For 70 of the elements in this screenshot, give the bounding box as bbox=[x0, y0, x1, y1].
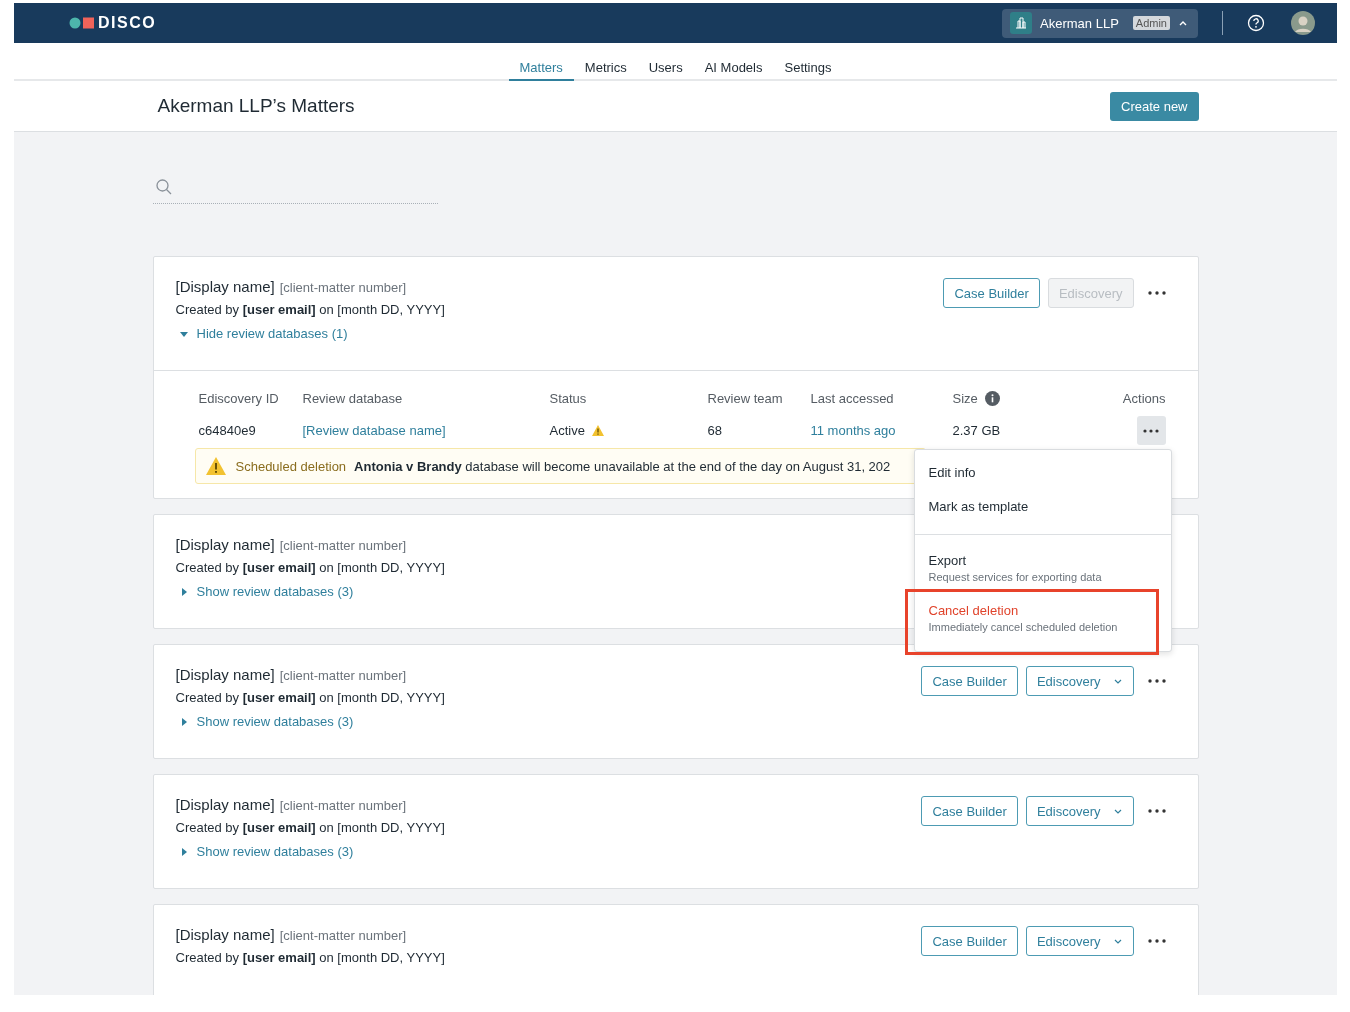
client-matter-number: [client-matter number] bbox=[279, 798, 407, 813]
table-cell: 2.37 GB bbox=[952, 423, 1001, 438]
matter-name: [Display name] bbox=[175, 666, 275, 683]
dropdown-button[interactable]: Ediscovery bbox=[1025, 796, 1134, 826]
app-button[interactable]: Case Builder bbox=[921, 926, 1018, 956]
last-accessed-link[interactable]: 11 months ago bbox=[810, 423, 896, 438]
disco-logo[interactable]: DISCO bbox=[69, 14, 157, 32]
menu-item[interactable]: Mark as template bbox=[914, 492, 1171, 526]
menu-item[interactable]: Export Request services for exporting data bbox=[914, 543, 1171, 593]
dropdown-button[interactable]: Ediscovery bbox=[1025, 926, 1134, 956]
matter-name: [Display name] bbox=[175, 796, 275, 813]
search-icon bbox=[154, 178, 173, 196]
more-icon bbox=[1143, 428, 1159, 433]
created-by-text: Created by [user email] on [month DD, YYYY] bbox=[175, 302, 445, 317]
table-cell: 68 bbox=[707, 423, 722, 438]
help-icon[interactable] bbox=[1247, 14, 1265, 32]
client-matter-number: [client-matter number] bbox=[279, 280, 407, 295]
column-header: Last accessed bbox=[810, 391, 894, 406]
warning-icon bbox=[205, 457, 226, 475]
info-icon bbox=[984, 391, 1000, 406]
menu-item[interactable]: Edit info bbox=[914, 458, 1171, 492]
column-header: Size bbox=[952, 391, 978, 406]
menu-item[interactable]: Cancel deletion Immediately cancel scheduled deletion bbox=[914, 593, 1171, 643]
client-matter-number: [client-matter number] bbox=[279, 928, 407, 943]
more-icon bbox=[1147, 291, 1166, 295]
databases-toggle[interactable]: Show review databases (3) bbox=[175, 714, 354, 729]
avatar-icon[interactable] bbox=[1291, 11, 1315, 35]
more-icon bbox=[1147, 809, 1166, 813]
created-by-text: Created by [user email] on [month DD, YYYY] bbox=[175, 820, 445, 835]
create-new-button[interactable]: Create new bbox=[1110, 91, 1199, 121]
nav-tab[interactable]: Settings bbox=[773, 43, 843, 81]
client-matter-number: [client-matter number] bbox=[279, 668, 407, 683]
page-title: Akerman LLP’s Matters bbox=[157, 95, 355, 117]
column-header: Review database bbox=[302, 391, 403, 406]
role-badge: Admin bbox=[1132, 16, 1170, 30]
column-header: Review team bbox=[707, 391, 783, 406]
created-by-text: Created by [user email] on [month DD, YYYY] bbox=[175, 950, 445, 965]
client-matter-number: [client-matter number] bbox=[279, 538, 407, 553]
dropdown-button[interactable]: Ediscovery bbox=[1025, 666, 1134, 696]
created-by-text: Created by [user email] on [month DD, YYYY] bbox=[175, 690, 445, 705]
logo-text: DISCO bbox=[98, 14, 157, 32]
column-header: Ediscovery ID bbox=[198, 391, 279, 406]
notice-label: Scheduled deletion bbox=[235, 458, 347, 474]
app-button[interactable]: Case Builder bbox=[921, 666, 1018, 696]
table-cell: c64840e9 bbox=[198, 423, 256, 438]
column-header: Actions bbox=[1122, 391, 1166, 406]
database-link[interactable]: [Review database name] bbox=[302, 423, 446, 438]
search-field[interactable] bbox=[152, 177, 438, 204]
nav-tab[interactable]: Metrics bbox=[573, 43, 638, 81]
building-icon bbox=[1010, 12, 1033, 34]
matter-name: [Display name] bbox=[175, 278, 275, 295]
app-button[interactable]: Case Builder bbox=[921, 796, 1018, 826]
matter-name: [Display name] bbox=[175, 926, 275, 943]
more-icon bbox=[1147, 939, 1166, 943]
databases-toggle[interactable]: Hide review databases (1) bbox=[175, 326, 348, 341]
nav-tab[interactable]: AI Models bbox=[693, 43, 774, 81]
databases-toggle[interactable]: Show review databases (3) bbox=[175, 584, 354, 599]
row-actions-button[interactable] bbox=[1136, 416, 1166, 445]
databases-toggle[interactable]: Show review databases (3) bbox=[175, 844, 354, 859]
notice-text: Antonia v Brandy database will become unavailable at the end of the day on August 31, 202 bbox=[354, 458, 891, 474]
column-header: Status bbox=[549, 391, 587, 406]
more-icon bbox=[1147, 679, 1166, 683]
app-button[interactable]: Case Builder bbox=[943, 278, 1040, 308]
organization-switcher[interactable]: Akerman LLP Admin bbox=[1002, 8, 1198, 38]
logo-mark-icon bbox=[69, 17, 95, 29]
table-cell: Active bbox=[549, 423, 585, 438]
created-by-text: Created by [user email] on [month DD, YYYY] bbox=[175, 560, 445, 575]
matter-name: [Display name] bbox=[175, 536, 275, 553]
organization-name: Akerman LLP bbox=[1040, 15, 1119, 31]
nav-tab[interactable]: Users bbox=[637, 43, 694, 81]
